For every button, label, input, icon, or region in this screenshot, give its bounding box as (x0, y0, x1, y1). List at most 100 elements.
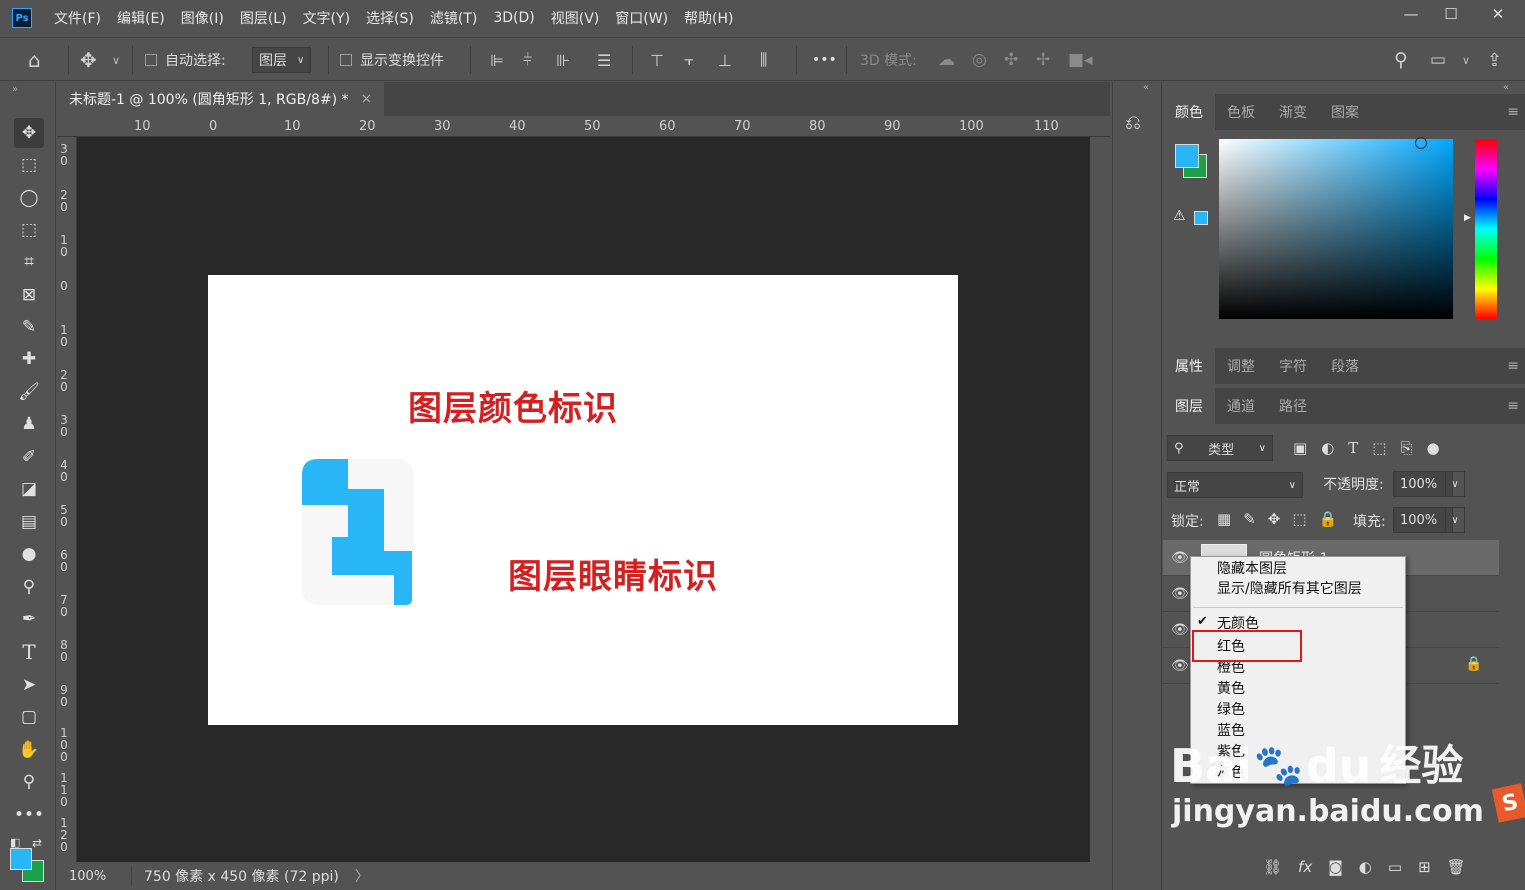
menu-item-blue[interactable]: 蓝色 (1217, 721, 1245, 741)
document-canvas[interactable]: 图层颜色标识 图层眼睛标识 (208, 275, 958, 725)
new-group-icon[interactable]: ▭ (1388, 858, 1402, 876)
fill-chevron-icon[interactable]: ∨ (1445, 507, 1465, 533)
canvas-text-layer-color[interactable]: 图层颜色标识 (408, 381, 618, 430)
distribute-vertical-icon[interactable]: ☰ (597, 38, 611, 82)
menu-type[interactable]: 文字(Y) (295, 8, 358, 28)
show-transform-checkbox[interactable] (340, 54, 352, 66)
new-adjustment-layer-icon[interactable]: ◐ (1359, 858, 1372, 876)
opacity-input[interactable]: 100% (1393, 471, 1453, 497)
dodge-tool-icon[interactable]: ⚲ (14, 572, 44, 602)
gamut-color-swatch[interactable] (1194, 211, 1208, 225)
align-left-icon[interactable]: ⊫ (490, 38, 504, 82)
maximize-button[interactable]: ☐ (1431, 0, 1471, 28)
close-tab-icon[interactable]: × (361, 91, 373, 107)
lock-transparent-icon[interactable]: ▦ (1217, 510, 1231, 528)
align-right-icon[interactable]: ⊪ (556, 38, 570, 82)
pen-tool-icon[interactable]: ✒ (14, 604, 44, 634)
hand-tool-icon[interactable]: ✋ (14, 735, 44, 765)
filter-smart-object-icon[interactable]: ⎘ (1400, 439, 1412, 457)
status-menu-arrow-icon[interactable]: 〉 (355, 866, 369, 886)
lock-artboard-icon[interactable]: ⬚ (1292, 510, 1306, 528)
tab-channels[interactable]: 通道 (1215, 388, 1267, 424)
blue-rounded-shape[interactable] (302, 459, 416, 607)
new-layer-icon[interactable]: ⊞ (1418, 858, 1431, 876)
3d-slide-icon[interactable]: ✢ (1036, 38, 1050, 82)
hue-slider-handle-icon[interactable]: ▶ (1464, 213, 1471, 223)
color-picker-cursor[interactable] (1415, 137, 1427, 149)
workspace-icon[interactable]: ▭ (1430, 38, 1446, 82)
3d-camera-icon[interactable]: ■◂ (1068, 38, 1093, 82)
document-tab[interactable]: 未标题-1 @ 100% (圆角矩形 1, RGB/8#) * × (57, 82, 385, 116)
tab-character[interactable]: 字符 (1267, 348, 1319, 384)
filter-type-icon[interactable]: T (1348, 439, 1358, 457)
gradient-tool-icon[interactable]: ▤ (14, 507, 44, 537)
auto-select-checkbox[interactable] (145, 54, 157, 66)
search-icon[interactable]: ⚲ (1394, 38, 1408, 82)
align-top-icon[interactable]: ⊤ (650, 38, 664, 82)
history-brush-tool-icon[interactable]: ✐ (14, 442, 44, 472)
delete-layer-icon[interactable]: 🗑 (1447, 858, 1466, 876)
marquee-tool-icon[interactable]: ⬚ (14, 150, 44, 180)
align-bottom-icon[interactable]: ⊥ (718, 38, 732, 82)
collapse-strip-icon[interactable]: « (1143, 82, 1149, 93)
filter-shape-icon[interactable]: ⬚ (1372, 439, 1386, 457)
foreground-color-swatch[interactable] (10, 848, 32, 870)
menu-image[interactable]: 图像(I) (173, 8, 232, 28)
rectangle-tool-icon[interactable]: ▢ (14, 702, 44, 732)
3d-roll-icon[interactable]: ◎ (972, 38, 987, 82)
lock-all-icon[interactable]: 🔒 (1319, 510, 1338, 528)
filter-pixel-icon[interactable]: ▣ (1293, 439, 1307, 457)
menu-file[interactable]: 文件(F) (46, 8, 109, 28)
tab-paragraph[interactable]: 段落 (1319, 348, 1371, 384)
tab-properties[interactable]: 属性 (1163, 348, 1215, 384)
hue-slider[interactable] (1475, 139, 1497, 319)
lock-image-icon[interactable]: ✎ (1243, 510, 1256, 528)
share-icon[interactable]: ⇪ (1487, 38, 1502, 82)
blend-mode-dropdown[interactable]: 正常 ∨ (1167, 472, 1303, 498)
menu-window[interactable]: 窗口(W) (607, 8, 676, 28)
tab-patterns[interactable]: 图案 (1319, 94, 1371, 130)
move-tool-icon[interactable]: ✥ (14, 118, 44, 148)
menu-edit[interactable]: 编辑(E) (109, 8, 173, 28)
tab-adjustments[interactable]: 调整 (1215, 348, 1267, 384)
menu-item-hide-layer[interactable]: 隐藏本图层 (1217, 559, 1287, 579)
path-select-tool-icon[interactable]: ➤ (14, 670, 44, 700)
menu-item-yellow[interactable]: 黄色 (1217, 679, 1245, 699)
swap-colors-icon[interactable]: ⇄ (32, 836, 42, 850)
menu-layer[interactable]: 图层(L) (232, 8, 295, 28)
tab-swatches[interactable]: 色板 (1215, 94, 1267, 130)
layer-visibility-eye-icon[interactable]: 👁 (1171, 658, 1189, 674)
filter-adjustment-icon[interactable]: ◐ (1321, 439, 1334, 457)
layer-style-fx-icon[interactable]: fx (1298, 858, 1312, 876)
align-vcenter-icon[interactable]: ⫟ (684, 38, 694, 82)
layer-filter-dropdown[interactable]: ⚲ 类型 ∨ (1167, 435, 1273, 461)
menu-select[interactable]: 选择(S) (358, 8, 422, 28)
eyedropper-tool-icon[interactable]: ✎ (14, 312, 44, 342)
lock-position-icon[interactable]: ✥ (1268, 510, 1281, 528)
opacity-chevron-icon[interactable]: ∨ (1445, 471, 1465, 497)
history-panel-icon[interactable]: ⎌ (1125, 110, 1141, 134)
menu-3d[interactable]: 3D(D) (485, 10, 542, 26)
canvas-text-layer-eye[interactable]: 图层眼睛标识 (508, 549, 718, 598)
move-tool-icon[interactable]: ✥ (80, 38, 97, 82)
link-layers-icon[interactable]: ⛓ (1263, 858, 1282, 876)
workspace-chevron-icon[interactable]: ∨ (1462, 38, 1470, 82)
panel-menu-icon[interactable]: ≡ (1507, 358, 1519, 374)
panel-menu-icon[interactable]: ≡ (1507, 398, 1519, 414)
auto-select-option[interactable]: 自动选择: (145, 38, 226, 82)
menu-view[interactable]: 视图(V) (543, 8, 608, 28)
layer-visibility-eye-icon[interactable]: 👁 (1171, 550, 1189, 566)
tab-color[interactable]: 颜色 (1163, 94, 1215, 130)
stamp-tool-icon[interactable]: ♟ (14, 409, 44, 439)
object-select-tool-icon[interactable]: ⬚ (14, 215, 44, 245)
home-icon[interactable]: ⌂ (28, 38, 41, 82)
distribute-horizontal-icon[interactable]: ⫼ (760, 38, 767, 82)
show-transform-option[interactable]: 显示变换控件 (340, 38, 444, 82)
panel-menu-icon[interactable]: ≡ (1507, 104, 1519, 120)
crop-tool-icon[interactable]: ⌗ (14, 247, 44, 277)
tab-layers[interactable]: 图层 (1163, 388, 1215, 424)
out-of-gamut-warning-icon[interactable]: ⚠ (1173, 208, 1186, 224)
layer-visibility-eye-icon[interactable]: 👁 (1171, 622, 1189, 638)
eraser-tool-icon[interactable]: ◪ (14, 474, 44, 504)
auto-select-target-dropdown[interactable]: 图层 ∨ (252, 47, 312, 73)
